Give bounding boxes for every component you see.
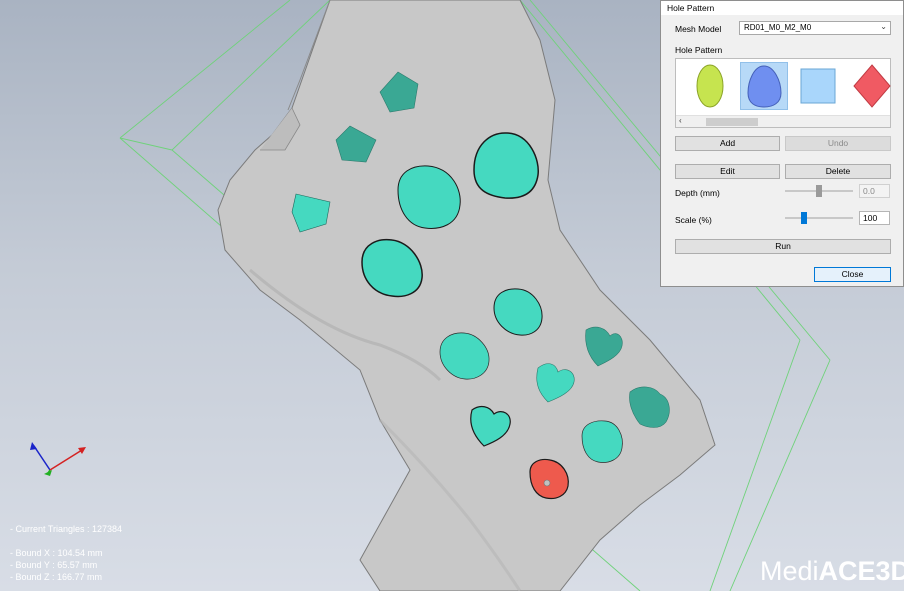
square-icon (800, 68, 836, 104)
add-button[interactable]: Add (675, 136, 780, 151)
undo-button[interactable]: Undo (785, 136, 891, 151)
mesh-model-value: RD01_M0_M2_M0 (744, 23, 812, 32)
pattern-square[interactable] (794, 62, 842, 110)
hole-pattern-dialog: Hole Pattern Mesh Model RD01_M0_M2_M0 ⌄ … (660, 0, 904, 287)
scale-input[interactable]: 100 (859, 211, 890, 225)
edit-button[interactable]: Edit (675, 164, 780, 179)
close-button[interactable]: Close (814, 267, 891, 282)
delete-button[interactable]: Delete (785, 164, 891, 179)
scale-label: Scale (%) (675, 215, 712, 225)
bound-x: - Bound X : 104.54 mm (10, 548, 103, 558)
mediace3d-logo: MediACE3D (760, 556, 904, 586)
chevron-down-icon: ⌄ (880, 22, 887, 31)
mesh-model[interactable] (217, 0, 716, 591)
pattern-diamond[interactable] (848, 62, 896, 110)
depth-input[interactable]: 0.0 (859, 184, 890, 198)
dialog-title: Hole Pattern (661, 1, 903, 15)
current-triangles: - Current Triangles : 127384 (10, 524, 123, 534)
bound-y: - Bound Y : 65.57 mm (10, 560, 98, 570)
pattern-scrollbar[interactable]: ‹ (676, 115, 890, 127)
ellipse-icon (696, 64, 724, 108)
mesh-model-label: Mesh Model (675, 24, 722, 34)
bound-z: - Bound Z : 166.77 mm (10, 572, 103, 582)
depth-label: Depth (mm) (675, 188, 720, 198)
mesh-model-select[interactable]: RD01_M0_M2_M0 ⌄ (739, 21, 891, 35)
pattern-ellipse[interactable] (686, 62, 734, 110)
scale-slider[interactable] (785, 217, 853, 219)
hole-egg[interactable] (581, 420, 623, 463)
scroll-left-icon[interactable]: ‹ (679, 116, 682, 125)
hole-pattern-label: Hole Pattern (675, 45, 723, 55)
pattern-list[interactable]: ‹ (675, 58, 891, 128)
diamond-icon (853, 64, 891, 108)
scale-slider-thumb[interactable] (801, 212, 807, 224)
selected-hole-center (543, 479, 551, 487)
depth-slider-thumb[interactable] (816, 185, 822, 197)
run-button[interactable]: Run (675, 239, 891, 254)
egg-icon (747, 65, 782, 108)
scrollbar-thumb[interactable] (706, 118, 758, 126)
mesh-stats: - Current Triangles : 127384 - Bound X :… (10, 523, 122, 583)
pattern-egg[interactable] (740, 62, 788, 110)
axis-gizmo (30, 442, 86, 476)
